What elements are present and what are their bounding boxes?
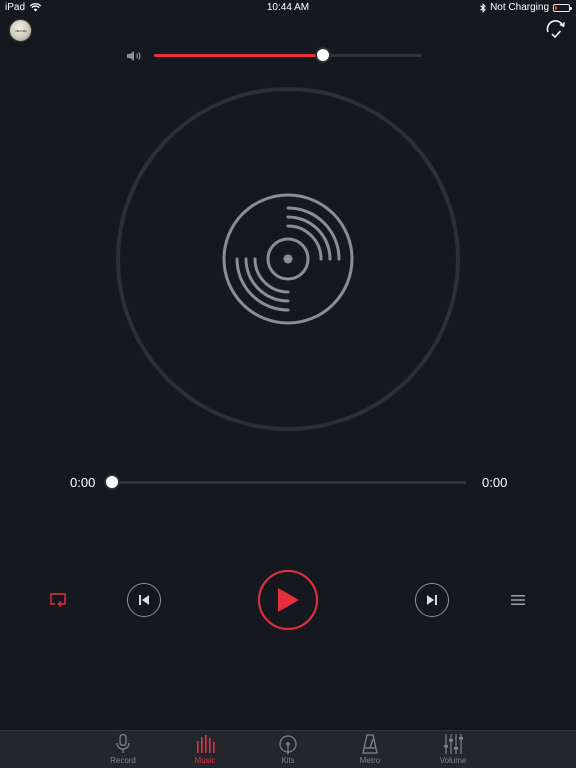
repeat-icon bbox=[50, 593, 66, 607]
tab-record[interactable]: Record bbox=[93, 733, 153, 768]
microphone-icon bbox=[116, 733, 130, 753]
metronome-icon bbox=[362, 734, 378, 754]
bluetooth-icon bbox=[480, 2, 486, 13]
vinyl-record-icon bbox=[222, 193, 354, 325]
volume-slider-fill bbox=[154, 54, 323, 57]
tab-volume[interactable]: Volume bbox=[423, 733, 483, 768]
total-time: 0:00 bbox=[482, 475, 508, 490]
playback-progress-thumb[interactable] bbox=[104, 474, 120, 490]
tab-music[interactable]: Music bbox=[175, 733, 235, 768]
tab-metro[interactable]: Metro bbox=[340, 733, 400, 768]
avatar-emblem-icon bbox=[14, 29, 27, 32]
charging-status: Not Charging bbox=[490, 2, 549, 13]
tab-kits[interactable]: Kits bbox=[258, 733, 318, 768]
volume-slider[interactable] bbox=[154, 47, 422, 63]
drum-kit-icon bbox=[279, 735, 297, 754]
play-button[interactable] bbox=[258, 570, 318, 630]
volume-slider-thumb[interactable] bbox=[314, 47, 331, 63]
playlist-button[interactable] bbox=[508, 591, 528, 609]
tab-label: Music bbox=[194, 756, 216, 765]
tab-bar: Record Music Kits Metro Volume bbox=[0, 730, 576, 768]
profile-avatar[interactable] bbox=[9, 19, 32, 42]
equalizer-bars-icon bbox=[197, 735, 215, 753]
mixer-sliders-icon bbox=[444, 734, 463, 754]
battery-icon bbox=[553, 3, 572, 12]
playback-progress-slider[interactable] bbox=[104, 474, 466, 490]
tab-label: Record bbox=[110, 756, 136, 765]
status-bar: iPad 10:44 AM Not Charging bbox=[0, 0, 576, 16]
skip-next-icon bbox=[427, 595, 437, 605]
previous-track-button[interactable] bbox=[127, 583, 161, 617]
repeat-button[interactable] bbox=[47, 589, 69, 611]
play-icon bbox=[278, 588, 299, 612]
skip-previous-icon bbox=[139, 595, 149, 605]
tab-label: Metro bbox=[359, 756, 381, 765]
tab-label: Kits bbox=[281, 756, 295, 765]
speaker-icon bbox=[127, 51, 141, 61]
list-icon bbox=[511, 595, 525, 605]
tab-label: Volume bbox=[439, 756, 467, 765]
sync-check-icon[interactable] bbox=[544, 18, 568, 42]
next-track-button[interactable] bbox=[415, 583, 449, 617]
current-time: 0:00 bbox=[70, 475, 96, 490]
